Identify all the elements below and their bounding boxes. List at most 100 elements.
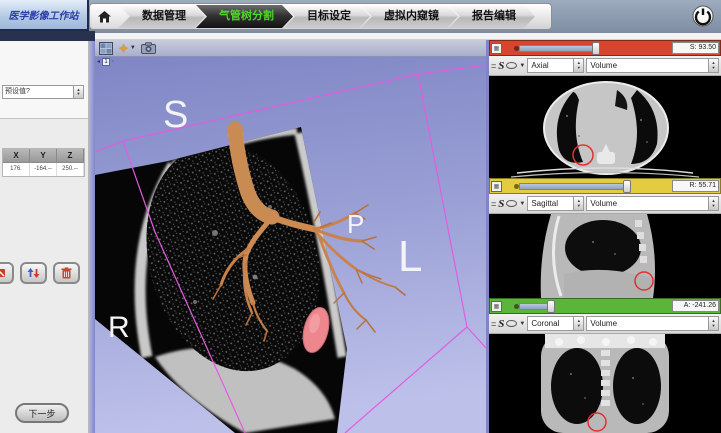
screenshot-button[interactable]: [141, 42, 156, 54]
menu-icon[interactable]: =: [491, 61, 496, 71]
coronal-view: ▦ A: -241.26 = S ▼ Coronal ▲▼ Volume: [489, 298, 721, 433]
left-sidebar: 预设值? ▲▼ X Y Z 176. -164.-- 250.--: [0, 41, 89, 433]
axial-slider-handle[interactable]: [592, 42, 600, 55]
medical-workstation-screen: 医学影像工作站 数据管理 气管树分割 目标设定 虚拟内窥镜 报告编辑: [0, 0, 721, 433]
visibility-icon[interactable]: [506, 320, 517, 327]
coordinates-table: X Y Z 176. -164.-- 250.--: [2, 148, 85, 177]
add-annotation-button[interactable]: ✦ ▼: [118, 42, 136, 55]
cell-x: 176.: [3, 163, 30, 176]
slider-grip-icon[interactable]: ▦: [491, 181, 502, 192]
viewer-3d[interactable]: ◂ 1 ◦: [95, 57, 486, 433]
axial-slider-fill: [519, 45, 596, 52]
orientation-label-right: R: [108, 311, 130, 344]
layout-grid-icon: [99, 42, 113, 55]
coronal-orientation-select[interactable]: Coronal ▲▼: [527, 316, 584, 331]
menu-icon[interactable]: =: [491, 199, 496, 209]
axial-view: ▦ S: 93.50 = S ▼ Axial ▲▼ Volume: [489, 40, 721, 178]
sidebar-button-row: [0, 262, 97, 284]
mode-stepper[interactable]: ▲▼: [708, 196, 719, 211]
home-icon: [98, 11, 111, 23]
cell-z: 250.--: [57, 163, 84, 176]
axial-slider[interactable]: ▦ S: 93.50: [489, 40, 721, 56]
viewport-mini-controls[interactable]: ◂ 1 ◦: [97, 58, 114, 66]
top-bar: 医学影像工作站 数据管理 气管树分割 目标设定 虚拟内窥镜 报告编辑: [0, 0, 721, 33]
app-logo-text: 医学影像工作站: [9, 7, 79, 22]
tab-airway-tree-segmentation[interactable]: 气管树分割: [196, 5, 293, 28]
visibility-icon[interactable]: [506, 200, 517, 207]
collapse-arrow-icon: ◂: [97, 58, 100, 66]
swap-arrows-icon: [27, 267, 40, 279]
sidebar-top-band: [0, 31, 95, 41]
coronal-slice-image[interactable]: [489, 334, 721, 433]
red-mark-icon: [0, 267, 7, 279]
layout-grid-button[interactable]: [99, 42, 113, 55]
add-star-icon: ✦: [118, 42, 129, 55]
coronal-slider[interactable]: ▦ A: -241.26: [489, 298, 721, 314]
viewport-page-indicator: 1: [102, 58, 110, 66]
dropdown-arrow-icon: ▼: [130, 45, 136, 51]
swap-button[interactable]: [20, 262, 47, 284]
sagittal-slice-image[interactable]: [489, 214, 721, 298]
orientation-select-value: Axial: [527, 58, 573, 73]
delete-button[interactable]: [53, 262, 80, 284]
axial-slice-image[interactable]: [489, 76, 721, 178]
marker-dot-icon: ◦: [112, 58, 114, 66]
dropdown-arrow-icon[interactable]: ▼: [519, 61, 525, 71]
slider-grip-icon[interactable]: ▦: [491, 301, 502, 312]
preset-stepper[interactable]: ▲▼: [73, 85, 84, 99]
mode-select-value: Volume: [586, 316, 708, 331]
sagittal-slider-value: R: 55.71: [672, 180, 719, 192]
mode-stepper[interactable]: ▲▼: [708, 316, 719, 331]
axial-controls: = S ▼ Axial ▲▼ Volume ▲▼: [489, 56, 721, 76]
axial-slider-track[interactable]: [504, 41, 672, 55]
col-header-x: X: [3, 149, 30, 162]
orientation-stepper[interactable]: ▲▼: [573, 58, 584, 73]
main-nav: 数据管理 气管树分割 目标设定 虚拟内窥镜 报告编辑: [89, 3, 552, 30]
nav-under-strip: [95, 33, 721, 40]
preset-dropdown[interactable]: 预设值? ▲▼: [2, 85, 84, 99]
orientation-label-posterior: P: [347, 209, 364, 239]
dropdown-arrow-icon[interactable]: ▼: [519, 319, 525, 329]
power-button[interactable]: [691, 4, 715, 28]
orientation-stepper[interactable]: ▲▼: [573, 316, 584, 331]
tab-report-editing[interactable]: 报告编辑: [449, 5, 535, 28]
sagittal-slider-track[interactable]: [504, 179, 672, 193]
mode-select-value: Volume: [586, 196, 708, 211]
mode-stepper[interactable]: ▲▼: [708, 58, 719, 73]
viewer-toolbar: ✦ ▼: [95, 40, 486, 57]
axial-orientation-select[interactable]: Axial ▲▼: [527, 58, 584, 73]
tab-virtual-endoscopy[interactable]: 虚拟内窥镜: [361, 5, 458, 28]
cell-y: -164.--: [30, 163, 57, 176]
orientation-label-left: L: [398, 232, 422, 281]
axial-mode-select[interactable]: Volume ▲▼: [586, 58, 719, 73]
coronal-mode-select[interactable]: Volume ▲▼: [586, 316, 719, 331]
orientation-select-value: Coronal: [527, 316, 573, 331]
tab-target-setting[interactable]: 目标设定: [284, 5, 370, 28]
orientation-stepper[interactable]: ▲▼: [573, 196, 584, 211]
mode-select-value: Volume: [586, 58, 708, 73]
col-header-z: Z: [57, 149, 84, 162]
camera-icon: [141, 42, 156, 54]
col-header-y: Y: [30, 149, 57, 162]
tab-data-management[interactable]: 数据管理: [119, 5, 205, 28]
dropdown-arrow-icon[interactable]: ▼: [519, 199, 525, 209]
table-row[interactable]: 176. -164.-- 250.--: [3, 163, 84, 176]
sagittal-view: ▦ R: 55.71 = S ▼ Sagittal ▲▼ Volume: [489, 178, 721, 298]
partial-button[interactable]: [0, 262, 14, 284]
sagittal-mode-select[interactable]: Volume ▲▼: [586, 196, 719, 211]
coronal-slider-track[interactable]: [504, 299, 672, 313]
trash-icon: [61, 267, 72, 279]
coronal-slider-handle[interactable]: [547, 300, 555, 313]
sagittal-slider-handle[interactable]: [623, 180, 631, 193]
sagittal-slider[interactable]: ▦ R: 55.71: [489, 178, 721, 194]
3d-canvas[interactable]: S P L R: [95, 57, 486, 433]
coronal-slider-value: A: -241.26: [672, 300, 719, 312]
link-views-icon[interactable]: S: [498, 319, 504, 329]
menu-icon[interactable]: =: [491, 319, 496, 329]
link-views-icon[interactable]: S: [498, 199, 504, 209]
visibility-icon[interactable]: [506, 62, 517, 69]
slider-grip-icon[interactable]: ▦: [491, 43, 502, 54]
next-step-button[interactable]: 下一步: [15, 403, 69, 423]
link-views-icon[interactable]: S: [498, 61, 504, 71]
sagittal-orientation-select[interactable]: Sagittal ▲▼: [527, 196, 584, 211]
